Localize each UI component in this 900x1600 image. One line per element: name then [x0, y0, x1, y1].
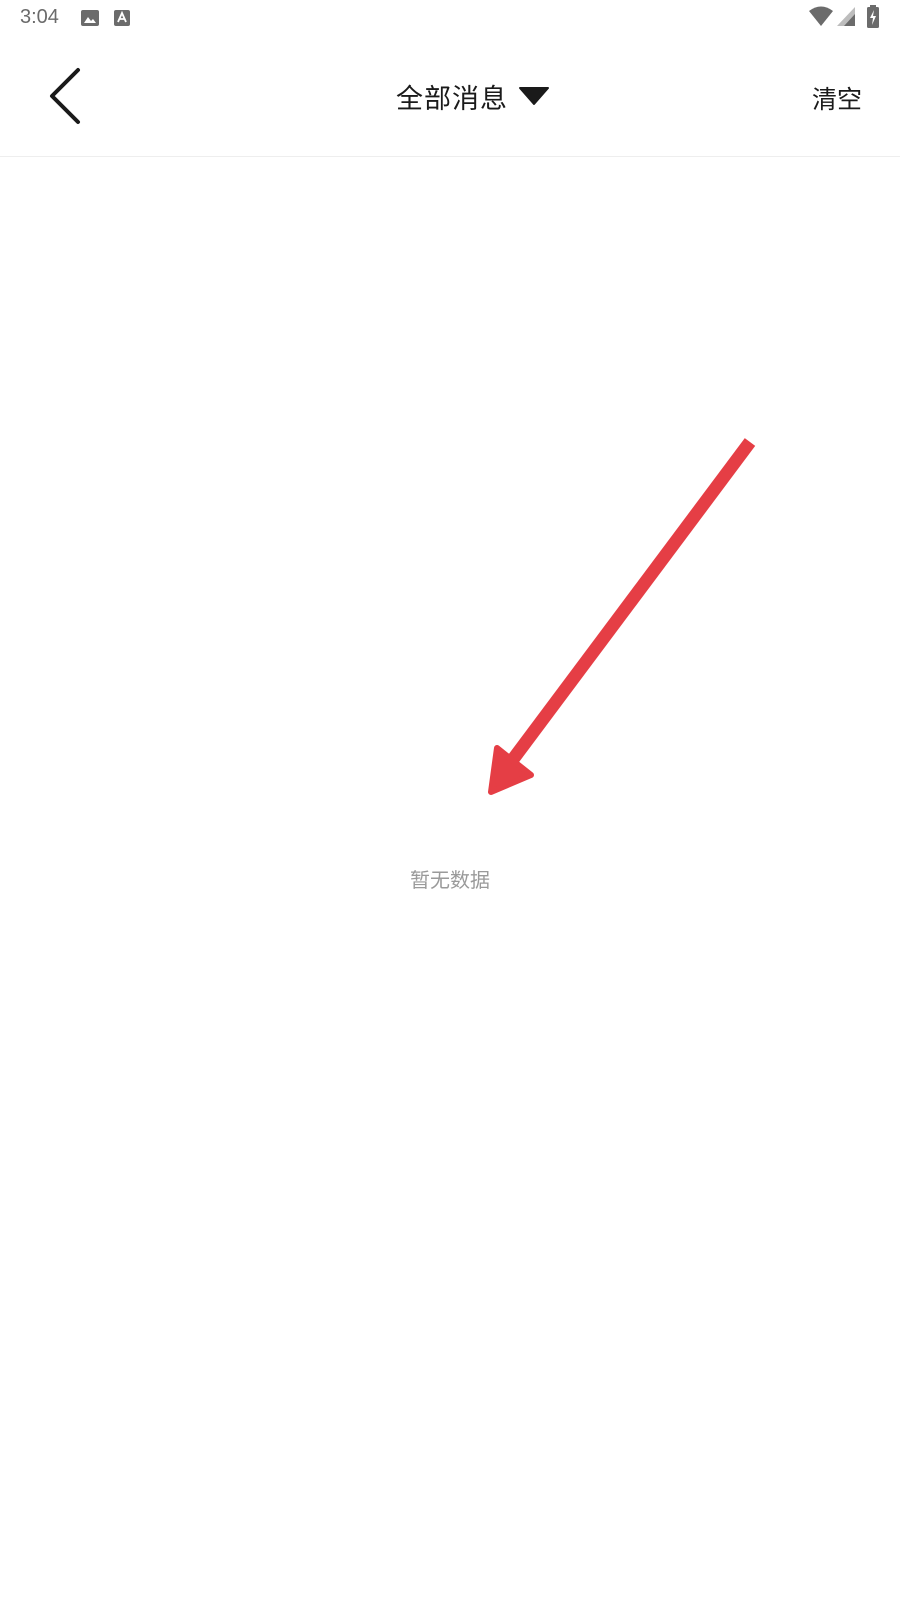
text-notification-icon: [113, 8, 131, 32]
caret-down-icon: [518, 86, 550, 106]
back-button[interactable]: [36, 60, 96, 132]
annotation-arrow-icon: [488, 438, 756, 795]
empty-state-message: 暂无数据: [410, 868, 490, 892]
message-filter-dropdown[interactable]: 全部消息: [396, 74, 550, 118]
status-time: 3:04: [20, 6, 59, 28]
clear-button[interactable]: 清空: [812, 80, 862, 116]
wifi-icon: [808, 6, 834, 32]
top-navigation-bar: 全部消息 清空: [0, 36, 900, 157]
page-title: 全部消息: [396, 83, 508, 115]
cell-signal-icon: [836, 6, 856, 32]
status-bar: 3:04: [0, 0, 900, 36]
chevron-left-icon: [36, 68, 96, 136]
battery-charging-icon: [866, 5, 880, 33]
image-notification-icon: [80, 8, 100, 32]
